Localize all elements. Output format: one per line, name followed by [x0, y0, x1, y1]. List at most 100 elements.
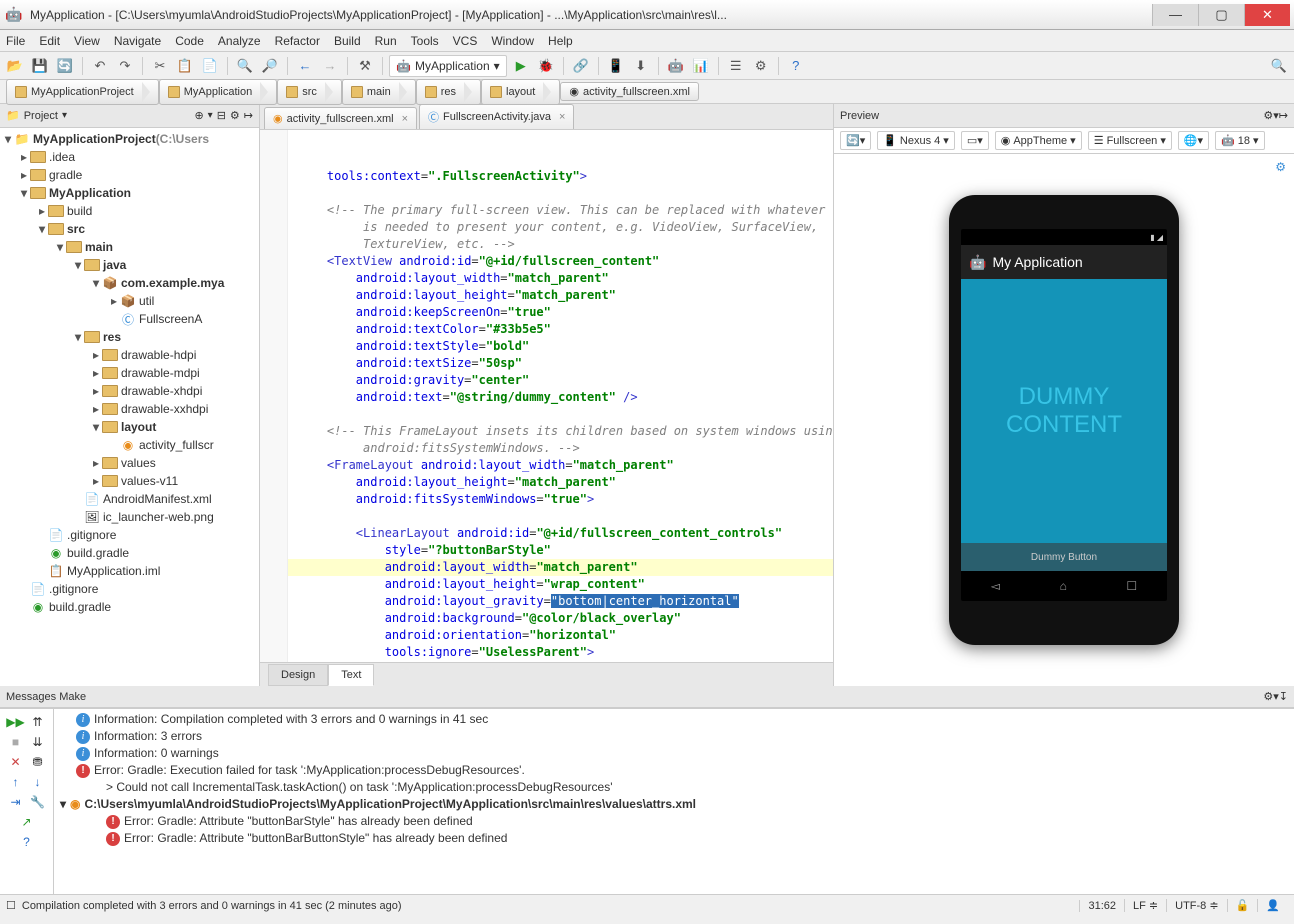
gear-icon[interactable]: ⚙▾	[1263, 109, 1278, 122]
menu-edit[interactable]: Edit	[39, 34, 60, 48]
orientation-icon[interactable]: ▭▾	[961, 131, 989, 150]
inspector-icon[interactable]: 👤	[1257, 899, 1288, 912]
menu-analyze[interactable]: Analyze	[218, 34, 261, 48]
menu-run[interactable]: Run	[375, 34, 397, 48]
gear-icon[interactable]: ⚙	[230, 109, 240, 122]
close-icon[interactable]: ×	[402, 113, 408, 125]
find-icon[interactable]: 🔍	[234, 55, 256, 77]
refresh-icon[interactable]: 🔄▾	[840, 131, 871, 150]
menu-refactor[interactable]: Refactor	[275, 34, 320, 48]
sdk-icon[interactable]: ⬇	[630, 55, 652, 77]
menu-window[interactable]: Window	[491, 34, 534, 48]
crumb-module[interactable]: MyApplication	[159, 79, 277, 105]
make-icon[interactable]: ⚒	[354, 55, 376, 77]
ddms-icon[interactable]: 🤖	[665, 55, 687, 77]
phone-mock: ▮ ◢ 🤖 My Application DUMMY CONTENT Dummy…	[949, 195, 1179, 645]
menu-build[interactable]: Build	[334, 34, 361, 48]
wrench-icon[interactable]: 🔧	[29, 793, 47, 811]
copy-icon[interactable]: 📋	[174, 55, 196, 77]
undo-icon[interactable]: ↶	[89, 55, 111, 77]
info-icon: i	[76, 713, 90, 727]
close-button[interactable]: ✕	[1244, 4, 1290, 26]
hide-icon[interactable]: ↦	[244, 109, 253, 122]
crumb-layout[interactable]: layout	[481, 79, 560, 105]
open-icon[interactable]: 📂	[4, 55, 26, 77]
crumb-src[interactable]: src	[277, 79, 342, 105]
save-icon[interactable]: 💾	[29, 55, 51, 77]
monitor-icon[interactable]: 📊	[690, 55, 712, 77]
help-icon[interactable]: ?	[785, 55, 807, 77]
theme-combo[interactable]: ◉AppTheme▾	[995, 131, 1082, 150]
paste-icon[interactable]: 📄	[199, 55, 221, 77]
replace-icon[interactable]: 🔎	[259, 55, 281, 77]
menu-navigate[interactable]: Navigate	[114, 34, 161, 48]
java-icon: Ⓒ	[428, 109, 439, 125]
run-config-combo[interactable]: 🤖 MyApplication ▾	[389, 55, 507, 77]
cut-icon[interactable]: ✂	[149, 55, 171, 77]
close-icon[interactable]: ×	[559, 111, 565, 123]
encoding[interactable]: UTF-8 ≑	[1166, 899, 1226, 912]
config-combo[interactable]: ☰Fullscreen▾	[1088, 131, 1172, 150]
tab-text[interactable]: Text	[328, 664, 374, 686]
line-ending[interactable]: LF ≑	[1124, 899, 1166, 912]
structure-icon[interactable]: ☰	[725, 55, 747, 77]
hide-icon[interactable]: ↦	[1279, 109, 1288, 122]
maximize-button[interactable]: ▢	[1198, 4, 1244, 26]
back-icon[interactable]: ←	[294, 55, 316, 77]
info-icon: i	[76, 730, 90, 744]
panel-icon: 📁	[6, 109, 20, 122]
collapse-icon[interactable]: ⊟	[217, 109, 226, 122]
tab-design[interactable]: Design	[268, 664, 328, 686]
editor-tab-xml[interactable]: ◉ activity_fullscreen.xml ×	[264, 107, 417, 129]
help-icon[interactable]: ?	[18, 833, 36, 851]
filter-icon[interactable]: ⛃	[29, 753, 47, 771]
redo-icon[interactable]: ↷	[114, 55, 136, 77]
locale-combo[interactable]: 🌐▾	[1178, 131, 1209, 150]
breadcrumb: MyApplicationProject MyApplication src m…	[0, 80, 1294, 104]
crumb-file[interactable]: ◉activity_fullscreen.xml	[560, 82, 699, 101]
sync-icon[interactable]: 🔄	[54, 55, 76, 77]
code-editor[interactable]: tools:context=".FullscreenActivity"> <!-…	[260, 130, 833, 662]
menu-vcs[interactable]: VCS	[453, 34, 478, 48]
crumb-res[interactable]: res	[416, 79, 481, 105]
collapse-twisty[interactable]: ▾	[60, 796, 66, 813]
collapse-icon[interactable]: ⇈	[29, 713, 47, 731]
gear-icon[interactable]: ⚙▾	[1263, 690, 1278, 703]
menu-help[interactable]: Help	[548, 34, 573, 48]
crumb-project[interactable]: MyApplicationProject	[6, 79, 159, 105]
menu-tools[interactable]: Tools	[411, 34, 439, 48]
lock-icon[interactable]: 🔓	[1227, 899, 1258, 912]
editor-tab-java[interactable]: Ⓒ FullscreenActivity.java ×	[419, 104, 574, 129]
menu-file[interactable]: File	[6, 34, 25, 48]
avd-icon[interactable]: 📱	[605, 55, 627, 77]
autoscroll-icon[interactable]: ⇥	[7, 793, 25, 811]
menu-code[interactable]: Code	[175, 34, 204, 48]
stop-icon[interactable]: ■	[7, 733, 25, 751]
expand-icon[interactable]: ⇊	[29, 733, 47, 751]
project-tree[interactable]: ▾📁MyApplicationProject (C:\Users ▸.idea …	[0, 128, 259, 686]
device-combo[interactable]: 📱 Nexus 4▾	[877, 131, 955, 150]
menu-view[interactable]: View	[74, 34, 100, 48]
gear-icon[interactable]: ⚙	[1275, 160, 1286, 174]
export-icon[interactable]: ↗	[18, 813, 36, 831]
forward-icon[interactable]: →	[319, 55, 341, 77]
minimize-button[interactable]: —	[1152, 4, 1198, 26]
run-icon[interactable]: ▶	[510, 55, 532, 77]
messages-tree[interactable]: iInformation: Compilation completed with…	[54, 709, 1294, 894]
xml-icon: ◉	[569, 85, 579, 98]
error-icon: !	[76, 764, 90, 778]
status-icon[interactable]: ☐	[6, 899, 16, 912]
api-combo[interactable]: 🤖18▾	[1215, 131, 1264, 150]
crumb-main[interactable]: main	[342, 79, 416, 105]
attach-icon[interactable]: 🔗	[570, 55, 592, 77]
close-icon[interactable]: ✕	[7, 753, 25, 771]
debug-icon[interactable]: 🐞	[535, 55, 557, 77]
target-icon[interactable]: ⊕	[194, 109, 203, 122]
settings-icon[interactable]: ⚙	[750, 55, 772, 77]
up-icon[interactable]: ↑	[7, 773, 25, 791]
rerun-icon[interactable]: ▶▶	[7, 713, 25, 731]
down-icon[interactable]: ↓	[29, 773, 47, 791]
editor-sub-tabs: Design Text	[260, 662, 833, 686]
search-icon[interactable]: 🔍	[1268, 55, 1290, 77]
hide-icon[interactable]: ↧	[1279, 690, 1288, 703]
